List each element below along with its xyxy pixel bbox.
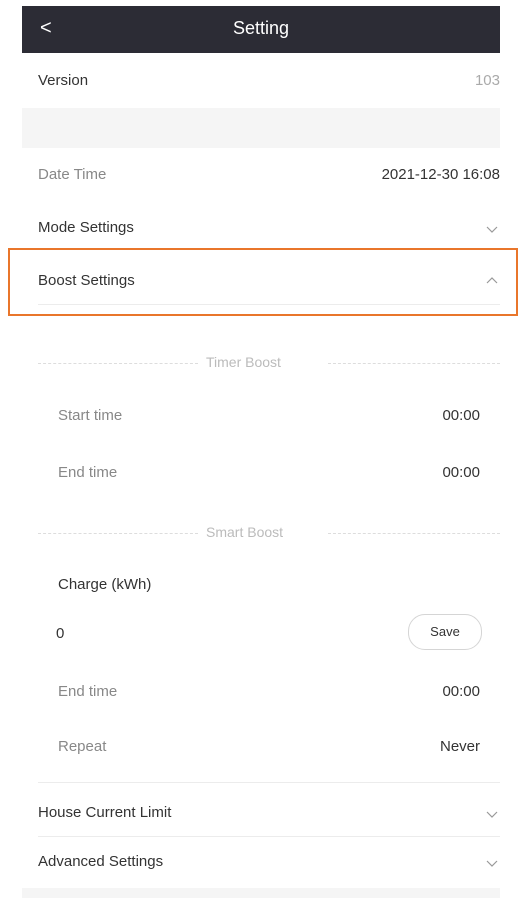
house-current-limit-row[interactable]: House Current Limit	[38, 804, 500, 824]
date-time-value: 2021-12-30 16:08	[381, 166, 500, 183]
settings-page: < Setting Version 103 Date Time 2021-12-…	[8, 6, 520, 898]
start-time-value: 00:00	[442, 407, 480, 424]
boost-separator	[38, 304, 500, 305]
chevron-down-icon	[486, 860, 498, 867]
timer-end-time-label: End time	[58, 464, 118, 481]
version-value: 103	[474, 72, 500, 89]
advanced-settings-row[interactable]: Advanced Settings	[38, 853, 500, 873]
house-current-limit-label: House Current Limit	[38, 804, 172, 821]
list-separator	[38, 836, 500, 837]
section-gap	[22, 108, 500, 148]
chevron-down-icon	[486, 226, 498, 233]
page-title: Setting	[232, 18, 290, 38]
version-label: Version	[38, 72, 89, 89]
bottom-gap	[22, 888, 500, 898]
repeat-label: Repeat	[58, 738, 107, 755]
smart-end-time-label: End time	[58, 683, 118, 700]
date-time-label: Date Time	[38, 166, 107, 183]
repeat-value: Never	[439, 738, 480, 755]
advanced-settings-label: Advanced Settings	[38, 853, 164, 870]
chevron-down-icon	[486, 811, 498, 818]
mode-settings-row[interactable]: Mode Settings	[38, 219, 500, 239]
list-separator	[38, 782, 500, 783]
boost-settings-label: Boost Settings	[38, 272, 135, 289]
divider-line-left	[38, 533, 198, 534]
divider-line-right	[328, 363, 500, 364]
save-button[interactable]: Save	[408, 614, 482, 650]
smart-end-time-value: 00:00	[442, 683, 480, 700]
charge-label: Charge (kWh)	[58, 576, 152, 593]
smart-boost-title: Smart Boost	[206, 524, 284, 540]
timer-end-time-value: 00:00	[442, 464, 480, 481]
start-time-label: Start time	[58, 407, 123, 424]
divider-line-left	[38, 363, 198, 364]
chevron-up-icon	[486, 277, 498, 284]
mode-settings-label: Mode Settings	[38, 219, 134, 236]
timer-boost-title: Timer Boost	[206, 354, 281, 370]
boost-settings-row[interactable]: Boost Settings	[38, 272, 500, 292]
divider-line-right	[328, 533, 500, 534]
charge-input-value: 0	[56, 625, 65, 642]
header-bar: < Setting	[22, 6, 500, 53]
